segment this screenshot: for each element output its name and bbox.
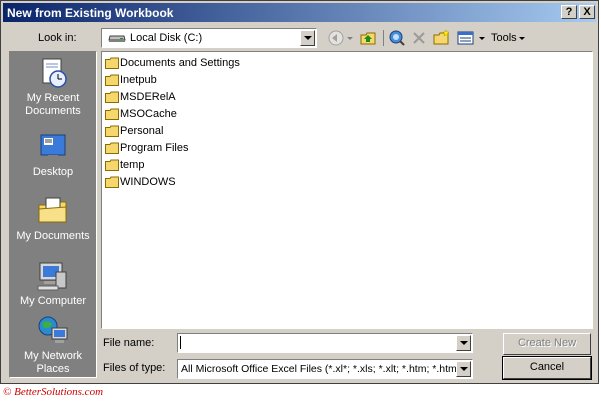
views-icon[interactable] <box>457 29 475 47</box>
look-in-value: Local Disk (C:) <box>130 32 203 44</box>
tools-dropdown-icon[interactable] <box>519 37 525 40</box>
back-icon[interactable] <box>327 29 345 47</box>
list-item-label: Documents and Settings <box>120 57 240 69</box>
list-item-label: MSOCache <box>120 108 177 120</box>
open-dialog: New from Existing Workbook ? X Look in: … <box>0 0 599 384</box>
folder-icon <box>105 74 119 86</box>
file-name-label: File name: <box>103 337 155 349</box>
place-label: My Recent Documents <box>25 92 81 117</box>
place-my-computer[interactable]: My Computer <box>10 259 96 308</box>
views-dropdown-icon[interactable] <box>478 29 486 47</box>
list-item-label: Program Files <box>120 142 189 154</box>
list-item-label: temp <box>120 159 145 171</box>
file-name-field[interactable] <box>177 333 473 353</box>
place-my-recent-documents[interactable]: My Recent Documents <box>10 56 96 118</box>
list-item-label: Personal <box>120 125 164 137</box>
recent-documents-icon <box>42 58 67 88</box>
place-my-network-places[interactable]: My Network Places <box>10 314 96 376</box>
network-places-icon <box>38 316 68 343</box>
cancel-button[interactable]: Cancel <box>502 356 592 380</box>
text-caret <box>180 336 181 349</box>
hard-drive-icon <box>108 35 126 42</box>
up-folder-icon[interactable] <box>359 29 377 47</box>
list-item-label: Inetpub <box>120 74 157 86</box>
folder-icon <box>105 159 119 171</box>
toolbar-separator <box>383 30 384 46</box>
folder-icon <box>105 125 119 137</box>
folder-icon <box>105 108 119 120</box>
place-label: My Documents <box>16 230 90 242</box>
look-in-label: Look in: <box>38 32 77 44</box>
places-bar: My Recent Documents Desktop My Documents <box>9 51 97 378</box>
look-in-combo[interactable]: Local Disk (C:) <box>101 28 317 48</box>
new-folder-icon[interactable] <box>433 29 451 47</box>
copyright-footer: © BetterSolutions.com <box>3 386 104 398</box>
desktop-icon <box>40 134 66 158</box>
list-item-label: MSDERelA <box>120 91 176 103</box>
files-of-type-combo[interactable]: All Microsoft Office Excel Files (*.xl*;… <box>177 359 473 379</box>
place-label: My Computer <box>19 295 87 307</box>
create-new-button[interactable]: Create New <box>503 333 591 355</box>
file-name-input[interactable] <box>177 333 473 353</box>
files-of-type-dropdown-arrow[interactable] <box>456 361 471 377</box>
my-documents-icon <box>38 197 67 223</box>
folder-icon <box>105 176 119 188</box>
file-name-dropdown-arrow[interactable] <box>456 335 471 351</box>
dialog-title: New from Existing Workbook <box>7 6 174 20</box>
files-of-type-value: All Microsoft Office Excel Files (*.xl*;… <box>181 363 472 375</box>
files-of-type-label: Files of type: <box>103 362 166 374</box>
folder-icon <box>105 142 119 154</box>
place-desktop[interactable]: Desktop <box>10 130 96 179</box>
close-button[interactable]: X <box>579 5 595 19</box>
folder-icon <box>105 91 119 103</box>
help-button[interactable]: ? <box>561 5 577 19</box>
place-label: My Network Places <box>23 350 83 375</box>
look-in-dropdown-arrow[interactable] <box>300 30 315 46</box>
back-dropdown-icon[interactable] <box>346 29 354 47</box>
place-my-documents[interactable]: My Documents <box>10 194 96 243</box>
file-list[interactable]: Documents and Settings Inetpub MSDERelA … <box>101 51 593 329</box>
title-bar: New from Existing Workbook ? X <box>3 3 596 22</box>
my-computer-icon <box>37 262 67 291</box>
delete-icon[interactable] <box>411 29 427 47</box>
search-web-icon[interactable] <box>388 29 406 47</box>
list-item-label: WINDOWS <box>120 176 176 188</box>
tools-menu[interactable]: Tools <box>491 32 517 44</box>
place-label: Desktop <box>32 166 74 178</box>
folder-icon <box>105 57 119 69</box>
